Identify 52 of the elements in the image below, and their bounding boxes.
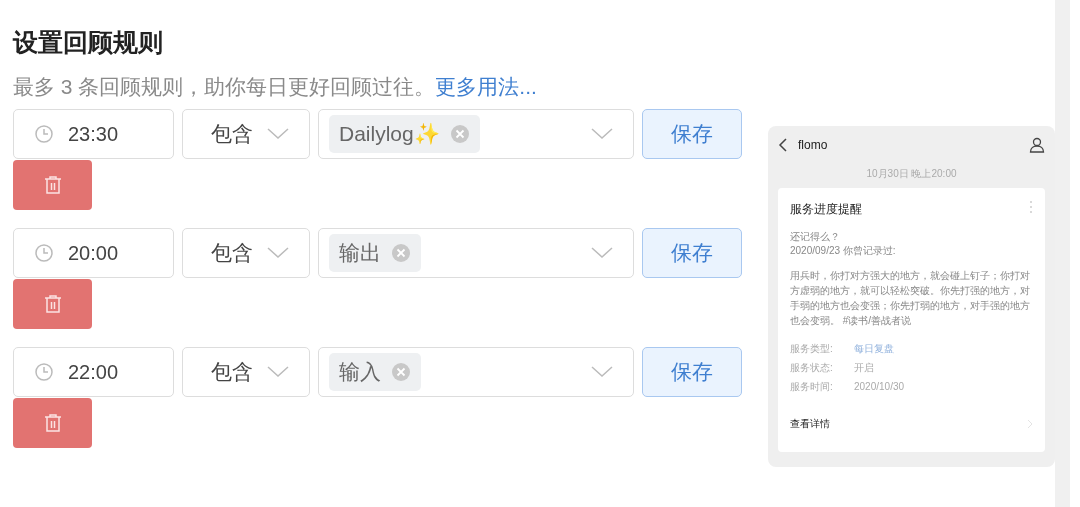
clock-icon (34, 243, 54, 263)
details-link[interactable]: 查看详情 (790, 416, 830, 431)
chevron-down-icon (591, 366, 613, 378)
time-field[interactable]: 22:00 (13, 347, 174, 397)
time-field[interactable]: 23:30 (13, 109, 174, 159)
page-title: 设置回顾规则 (13, 27, 164, 58)
trash-icon (43, 175, 62, 195)
intro-line: 2020/09/23 你曾记录过: (790, 244, 897, 258)
condition-select[interactable]: 包含 (182, 109, 310, 159)
save-button[interactable]: 保存 (642, 347, 742, 397)
trash-icon (43, 294, 62, 314)
field-label: 服务类型: (790, 342, 834, 356)
field-label: 服务状态: (790, 361, 834, 375)
condition-select[interactable]: 包含 (182, 228, 310, 278)
tag-select[interactable]: Dailylog✨ (318, 109, 634, 159)
tag-chip: 输出 (329, 234, 421, 272)
chevron-right-icon (1027, 418, 1033, 429)
save-button[interactable]: 保存 (642, 109, 742, 159)
intro-line: 还记得么？ (790, 230, 841, 244)
remove-icon[interactable] (391, 362, 411, 382)
tag-chip: Dailylog✨ (329, 115, 480, 153)
trash-icon (43, 413, 62, 433)
chevron-down-icon (591, 247, 613, 259)
clock-icon (34, 362, 54, 382)
card-title: 服务进度提醒 (790, 201, 862, 218)
delete-button[interactable] (13, 279, 92, 329)
delete-button[interactable] (13, 160, 92, 210)
chevron-down-icon (267, 247, 289, 259)
tag-select[interactable]: 输入 (318, 347, 634, 397)
condition-select[interactable]: 包含 (182, 347, 310, 397)
delete-button[interactable] (13, 398, 92, 448)
memo-text: 用兵时，你打对方强大的地方，就会碰上钉子；你打对方虚弱的地方，就可以轻松突破。你先打强的地方，对手弱的地方也会变强；你先打弱的地方，对手强的地方也会变弱。 #读书/善战者说 (790, 269, 1031, 328)
remove-icon[interactable] (391, 243, 411, 263)
time-field[interactable]: 20:00 (13, 228, 174, 278)
field-label: 服务时间: (790, 380, 834, 394)
clock-icon (34, 124, 54, 144)
person-icon[interactable] (1029, 137, 1045, 153)
field-value: 开启 (854, 361, 874, 375)
save-button[interactable]: 保存 (642, 228, 742, 278)
chevron-down-icon (267, 366, 289, 378)
subtitle-text: 最多 3 条回顾规则，助你每日更好回顾过往。 (13, 74, 436, 100)
app-name: flomo (798, 137, 828, 154)
more-usage-link[interactable]: 更多用法... (435, 72, 537, 102)
chevron-down-icon (591, 128, 613, 140)
more-icon[interactable] (1029, 200, 1033, 214)
tag-select[interactable]: 输出 (318, 228, 634, 278)
back-icon[interactable] (778, 138, 788, 152)
field-value: 2020/10/30 (854, 380, 905, 394)
remove-icon[interactable] (449, 124, 470, 144)
tag-chip: 输入 (329, 353, 421, 391)
chevron-down-icon (267, 128, 289, 140)
field-value: 每日复盘 (854, 342, 894, 356)
